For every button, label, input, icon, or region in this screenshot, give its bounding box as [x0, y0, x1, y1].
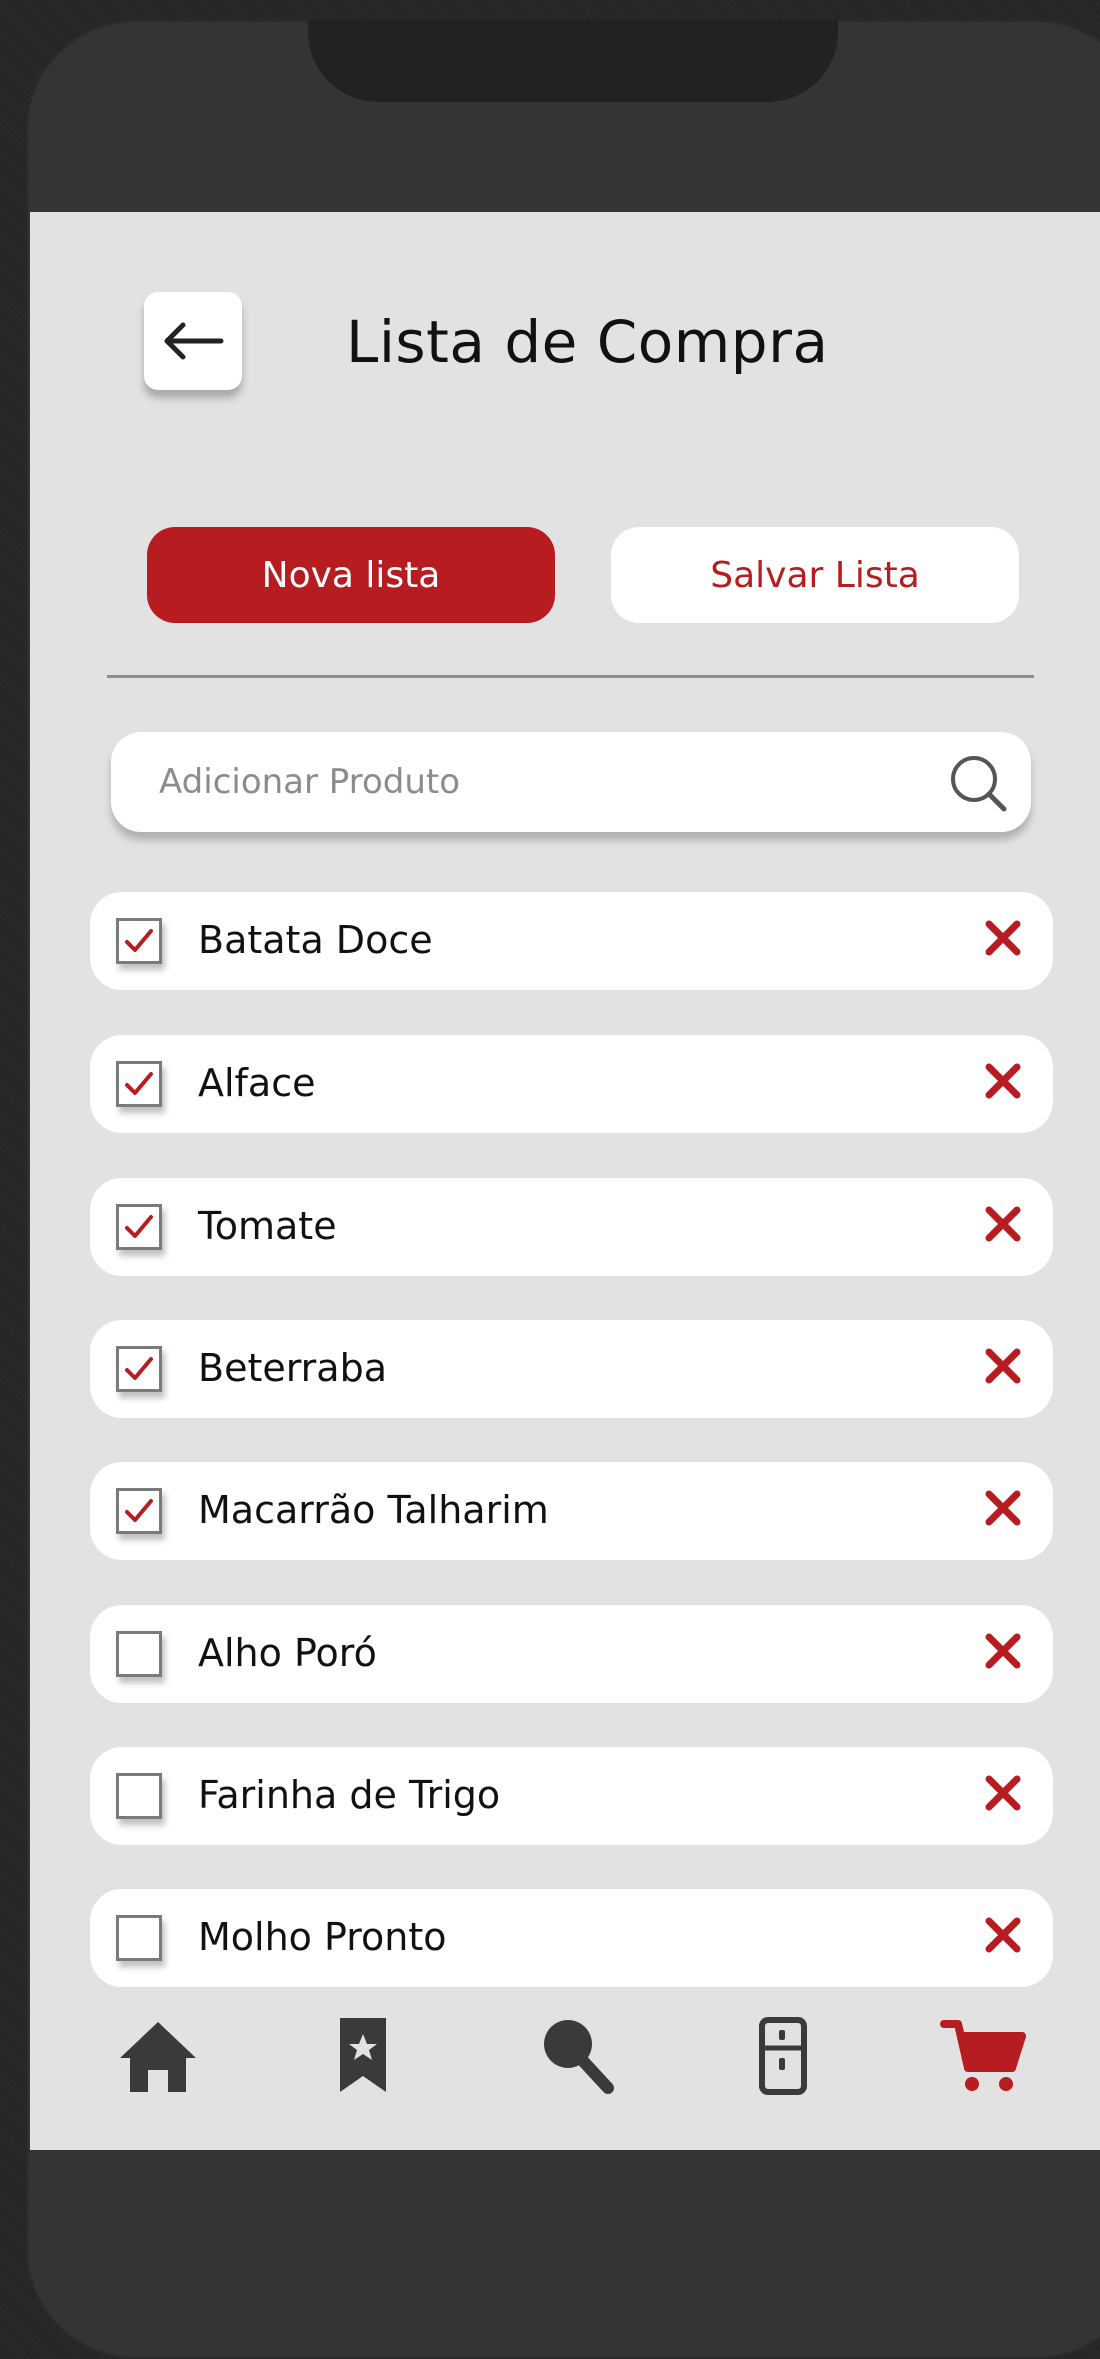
- remove-item-icon[interactable]: [975, 1053, 1031, 1109]
- item-label: Farinha de Trigo: [198, 1773, 501, 1817]
- item-checkbox[interactable]: [116, 1488, 162, 1534]
- item-label: Beterraba: [198, 1346, 387, 1390]
- home-icon: [120, 2022, 196, 2092]
- remove-item-icon[interactable]: [975, 1623, 1031, 1679]
- item-checkbox[interactable]: [116, 1631, 162, 1677]
- item-checkbox[interactable]: [116, 1061, 162, 1107]
- item-label: Tomate: [198, 1204, 337, 1248]
- nav-home[interactable]: [113, 2002, 203, 2102]
- item-checkbox[interactable]: [116, 1346, 162, 1392]
- remove-item-icon[interactable]: [975, 1765, 1031, 1821]
- checkmark-icon: [125, 1499, 153, 1522]
- item-checkbox[interactable]: [116, 1915, 162, 1961]
- back-button[interactable]: [144, 292, 242, 390]
- phone-notch: [308, 20, 838, 102]
- checkmark-icon: [125, 1357, 153, 1380]
- list-item: Farinha de Trigo: [90, 1747, 1053, 1845]
- bookmark-icon: [340, 2018, 386, 2092]
- checkmark-icon: [125, 1215, 153, 1238]
- item-label: Alho Poró: [198, 1631, 377, 1675]
- page-title: Lista de Compra: [346, 308, 829, 376]
- item-checkbox[interactable]: [116, 1773, 162, 1819]
- app-screen: Lista de Compra Nova lista Salvar Lista …: [30, 212, 1100, 2150]
- nav-cart[interactable]: [938, 2002, 1028, 2102]
- list-item: Beterraba: [90, 1320, 1053, 1418]
- checkmark-icon: [125, 929, 153, 952]
- item-label: Molho Pronto: [198, 1915, 447, 1959]
- save-list-button[interactable]: Salvar Lista: [611, 527, 1019, 623]
- remove-item-icon[interactable]: [975, 1196, 1031, 1252]
- list-item: Alface: [90, 1035, 1053, 1133]
- item-label: Alface: [198, 1061, 316, 1105]
- list-item: Alho Poró: [90, 1605, 1053, 1703]
- new-list-button[interactable]: Nova lista: [147, 527, 555, 623]
- nav-search[interactable]: [530, 2002, 620, 2102]
- remove-item-icon[interactable]: [975, 1338, 1031, 1394]
- nav-saved[interactable]: [318, 2002, 408, 2102]
- add-product-search: [111, 732, 1031, 832]
- cart-icon: [940, 2020, 1026, 2091]
- fridge-icon: [759, 2017, 807, 2095]
- remove-item-icon[interactable]: [975, 1480, 1031, 1536]
- remove-item-icon[interactable]: [975, 1907, 1031, 1963]
- item-label: Batata Doce: [198, 918, 433, 962]
- item-checkbox[interactable]: [116, 1204, 162, 1250]
- list-item: Tomate: [90, 1178, 1053, 1276]
- search-icon[interactable]: [947, 752, 1009, 814]
- list-item: Macarrão Talharim: [90, 1462, 1053, 1560]
- item-label: Macarrão Talharim: [198, 1488, 549, 1532]
- nav-fridge[interactable]: [738, 2002, 828, 2102]
- list-item: Batata Doce: [90, 892, 1053, 990]
- divider: [107, 675, 1034, 678]
- search-icon: [544, 2020, 614, 2094]
- bottom-nav: [30, 2002, 1100, 2122]
- checkmark-icon: [125, 1072, 153, 1095]
- item-checkbox[interactable]: [116, 918, 162, 964]
- arrow-left-icon: [164, 322, 224, 360]
- remove-item-icon[interactable]: [975, 910, 1031, 966]
- list-item: Molho Pronto: [90, 1889, 1053, 1987]
- add-product-input[interactable]: [111, 732, 931, 832]
